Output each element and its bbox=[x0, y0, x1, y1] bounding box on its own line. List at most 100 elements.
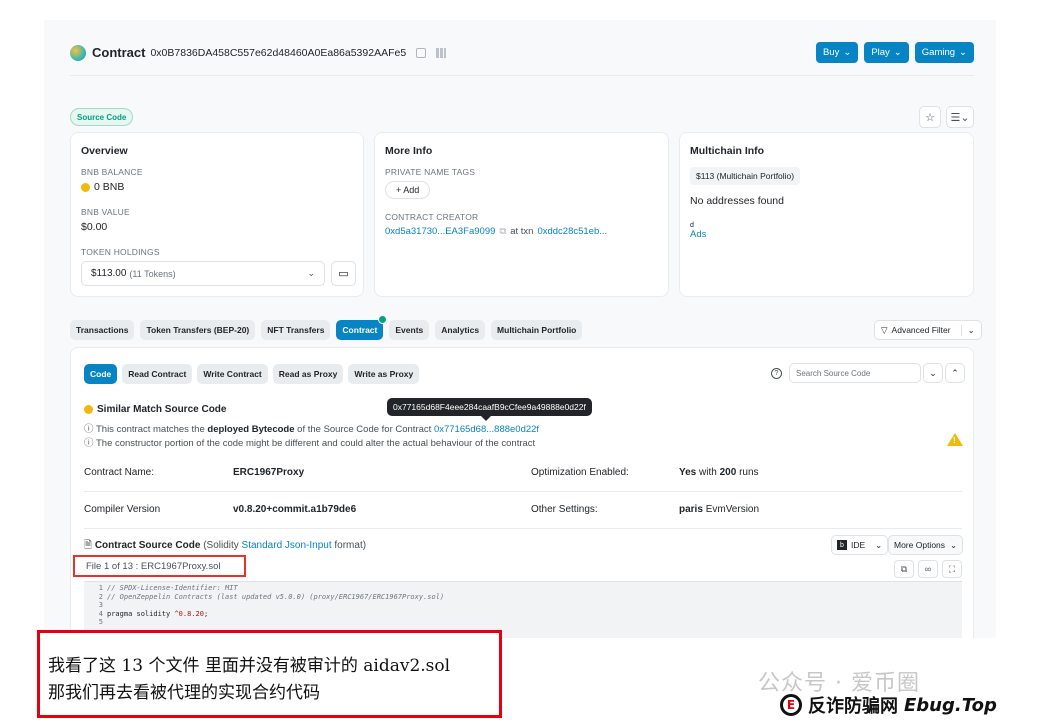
code-subtabs: Code Read Contract Write Contract Read a… bbox=[84, 364, 420, 384]
optimization-runs-label: runs bbox=[739, 467, 759, 478]
json-input-link[interactable]: Standard Json-Input bbox=[242, 540, 332, 551]
contract-header: Contract 0x0B7836DA458C557e62d48460A0Ea8… bbox=[70, 30, 974, 76]
search-source-input[interactable]: Search Source Code bbox=[789, 363, 921, 383]
contract-address: 0x0B7836DA458C557e62d48460A0Ea86a5392AAF… bbox=[150, 46, 407, 59]
similar-contract-link[interactable]: 0x77165d68...888e0d22f bbox=[434, 424, 539, 435]
wallet-icon[interactable]: ▭ bbox=[331, 261, 356, 286]
ide-logo-icon: b bbox=[837, 540, 847, 550]
source-code-badge[interactable]: Source Code bbox=[70, 108, 134, 126]
annotation-box: 我看了这 13 个文件 里面并没有被审计的 aidav2.sol 那我们再去看被… bbox=[37, 630, 502, 718]
file-name: File 1 of 13 : ERC1967Proxy.sol bbox=[73, 555, 246, 577]
token-holdings-label: TOKEN HOLDINGS bbox=[81, 247, 160, 257]
list-menu-icon[interactable]: ☰⌄ bbox=[946, 106, 974, 128]
filter-icon: ▽ bbox=[881, 324, 888, 335]
gaming-label: Gaming bbox=[921, 47, 956, 58]
qr-code-icon[interactable] bbox=[436, 47, 447, 58]
txn-link[interactable]: 0xddc28c51eb... bbox=[537, 226, 607, 237]
tab-events[interactable]: Events bbox=[389, 320, 430, 340]
chevron-down-icon: ⌄ bbox=[307, 268, 315, 278]
tab-contract[interactable]: Contract bbox=[336, 315, 388, 340]
overview-card: Overview BNB BALANCE 0 BNB BNB VALUE $0.… bbox=[70, 132, 364, 297]
multichain-portfolio-chip[interactable]: $113 (Multichain Portfolio) bbox=[690, 167, 801, 185]
link-icon[interactable]: ∞ bbox=[918, 560, 938, 578]
ide-button[interactable]: b IDE ⌄ bbox=[831, 535, 889, 555]
more-info-title: More Info bbox=[385, 145, 433, 157]
overview-title: Overview bbox=[81, 145, 128, 157]
advanced-filter-button[interactable]: ▽ Advanced Filter ⌄ bbox=[874, 320, 982, 340]
divider bbox=[84, 528, 962, 529]
contract-panel: Code Read Contract Write Contract Read a… bbox=[70, 347, 974, 638]
compiler-value: v0.8.20+commit.a1b79de6 bbox=[233, 504, 357, 515]
similar-match-line-2: ⓘ The constructor portion of the code mi… bbox=[84, 435, 535, 449]
ads-prefix: d bbox=[690, 222, 694, 229]
chevron-down-icon[interactable]: ⌄ bbox=[923, 363, 943, 383]
play-label: Play bbox=[871, 47, 890, 58]
optimization-yes: Yes bbox=[679, 467, 697, 478]
similar-match-line-1: ⓘ This contract matches the deployed Byt… bbox=[84, 421, 539, 435]
address-tooltip: 0x77165d68F4eee284caafB9cCfee9a49888e0d2… bbox=[387, 398, 592, 421]
at-txn-text: at txn bbox=[510, 226, 534, 237]
multichain-card: Multichain Info $113 (Multichain Portfol… bbox=[679, 132, 974, 297]
token-holdings-dropdown[interactable]: $113.00 (11 Tokens) ⌄ bbox=[81, 261, 325, 286]
chevron-down-icon: ⌄ bbox=[950, 539, 958, 550]
tab-write-as-proxy[interactable]: Write as Proxy bbox=[348, 364, 420, 384]
line-number: 3 bbox=[98, 601, 103, 609]
similar-match-title: Similar Match Source Code bbox=[84, 404, 226, 415]
play-button[interactable]: Play ⌄ bbox=[864, 42, 909, 63]
token-holdings-value: $113.00 bbox=[91, 268, 127, 279]
line1-pre: This contract matches the bbox=[95, 424, 205, 435]
tab-analytics[interactable]: Analytics bbox=[435, 320, 486, 340]
chevron-up-icon[interactable]: ⌃ bbox=[945, 363, 965, 383]
multichain-title: Multichain Info bbox=[690, 145, 765, 157]
copy-icon[interactable] bbox=[416, 47, 427, 58]
tab-write-contract[interactable]: Write Contract bbox=[197, 364, 268, 384]
chevron-down-icon: ⌄ bbox=[843, 47, 852, 58]
optimization-runs: 200 bbox=[719, 467, 737, 478]
explorer-page: Contract 0x0B7836DA458C557e62d48460A0Ea8… bbox=[44, 20, 996, 638]
add-tag-button[interactable]: + Add bbox=[385, 181, 431, 199]
creator-row: 0xd5a31730...EA3Fa9099 ⧉ at txn 0xddc28c… bbox=[385, 226, 658, 237]
tab-token-transfers[interactable]: Token Transfers (BEP-20) bbox=[140, 320, 256, 340]
tab-code[interactable]: Code bbox=[84, 364, 118, 384]
code-text: // OpenZeppelin Contracts (last updated … bbox=[107, 592, 445, 601]
tab-nft-transfers[interactable]: NFT Transfers bbox=[261, 320, 331, 340]
source-code-heading: 🗎 Contract Source Code (Solidity Standar… bbox=[84, 538, 366, 555]
source-title: Contract Source Code bbox=[94, 540, 201, 551]
verified-check-icon bbox=[378, 315, 388, 324]
chevron-down-icon: ⌄ bbox=[960, 324, 975, 336]
contract-name-value: ERC1967Proxy bbox=[233, 467, 305, 478]
copy-icon[interactable]: ⧉ bbox=[894, 560, 914, 578]
chevron-down-icon: ⌄ bbox=[959, 47, 967, 58]
code-line: 5 bbox=[84, 618, 962, 627]
copy-icon[interactable]: ⧉ bbox=[499, 226, 506, 237]
line-number: 1 bbox=[98, 584, 103, 592]
similar-match-label: Similar Match Source Code bbox=[97, 404, 227, 415]
gaming-button[interactable]: Gaming ⌄ bbox=[914, 42, 974, 63]
line2-text: The constructor portion of the code migh… bbox=[95, 438, 536, 449]
buy-button[interactable]: Buy ⌄ bbox=[815, 42, 859, 63]
chevron-down-icon: ⌄ bbox=[893, 47, 902, 58]
creator-link[interactable]: 0xd5a31730...EA3Fa9099 bbox=[385, 226, 495, 237]
more-info-card: More Info PRIVATE NAME TAGS + Add CONTRA… bbox=[374, 132, 669, 297]
tab-read-as-proxy[interactable]: Read as Proxy bbox=[272, 364, 344, 384]
tab-multichain-portfolio[interactable]: Multichain Portfolio bbox=[491, 320, 583, 340]
bnb-balance-label: BNB BALANCE bbox=[81, 167, 143, 177]
warning-icon: ! bbox=[947, 433, 963, 446]
help-icon[interactable]: ? bbox=[771, 368, 782, 379]
star-icon[interactable]: ☆ bbox=[919, 106, 941, 128]
expand-icon[interactable]: ⛶ bbox=[942, 560, 962, 578]
brand-en: Ebug.Top bbox=[904, 694, 997, 716]
optimization-label: Optimization Enabled: bbox=[531, 467, 629, 478]
line1-bold: deployed Bytecode bbox=[207, 424, 295, 435]
ads-link[interactable]: d Ads bbox=[690, 221, 963, 239]
tab-read-contract[interactable]: Read Contract bbox=[122, 364, 193, 384]
other-settings-rest: EvmVersion bbox=[705, 504, 760, 515]
advanced-filter-label: Advanced Filter bbox=[891, 325, 951, 335]
code-line: 3 bbox=[84, 601, 962, 610]
tab-transactions[interactable]: Transactions bbox=[70, 320, 135, 340]
more-options-button[interactable]: More Options ⌄ bbox=[888, 535, 964, 555]
line1-mid: of the Source Code for Contract bbox=[297, 424, 432, 435]
page-title: Contract bbox=[92, 45, 146, 60]
compiler-label: Compiler Version bbox=[84, 504, 161, 515]
other-settings-label: Other Settings: bbox=[531, 504, 598, 515]
